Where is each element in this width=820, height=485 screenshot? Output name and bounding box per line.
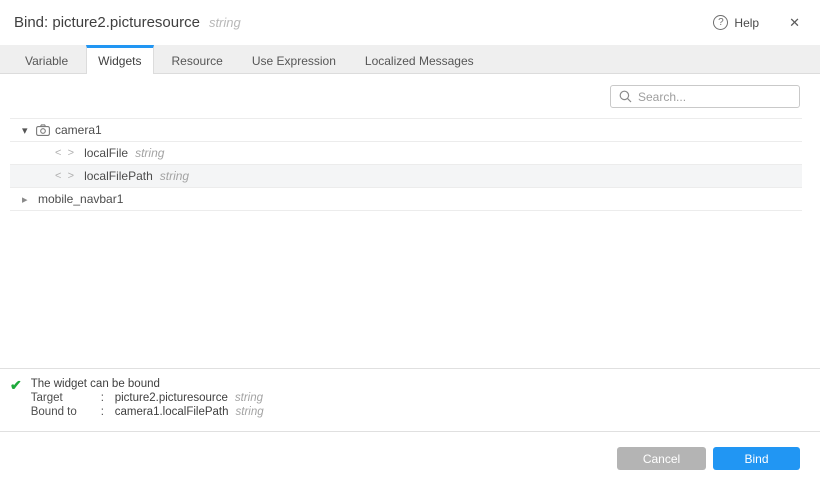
- status-label: Target: [31, 391, 101, 405]
- camera-icon: [36, 124, 50, 136]
- status-message: The widget can be bound: [31, 377, 264, 391]
- tree-node-type: string: [135, 146, 164, 160]
- search-toolbar: [0, 74, 820, 118]
- tab-resource[interactable]: Resource: [161, 45, 234, 73]
- close-icon[interactable]: ✕: [789, 15, 800, 31]
- help-link[interactable]: ? Help: [713, 15, 759, 30]
- search-box[interactable]: [610, 85, 800, 108]
- status-value: camera1.localFilePath: [115, 405, 229, 419]
- tree-node-label: localFile: [84, 146, 128, 160]
- dialog-title: Bind: picture2.picturesource: [14, 14, 200, 31]
- status-label: Bound to: [31, 405, 101, 419]
- dialog-title-type: string: [209, 15, 241, 30]
- search-input[interactable]: [638, 90, 793, 104]
- status-separator: :: [101, 391, 115, 405]
- question-circle-icon: ?: [713, 15, 728, 30]
- caret-right-icon[interactable]: ▸: [22, 193, 34, 206]
- tab-use-expression[interactable]: Use Expression: [241, 45, 347, 73]
- tree-row-camera1[interactable]: ▾ camera1: [10, 119, 802, 142]
- code-icon: < >: [55, 147, 76, 159]
- dialog-header: Bind: picture2.picturesource string ? He…: [0, 0, 820, 45]
- tab-widgets[interactable]: Widgets: [86, 45, 153, 74]
- tree-node-label: mobile_navbar1: [38, 192, 123, 206]
- help-label: Help: [734, 16, 759, 30]
- tree-row-localfile[interactable]: < > localFile string: [10, 142, 802, 165]
- dialog-footer: Cancel Bind: [0, 432, 820, 485]
- status-boundto-row: Bound to : camera1.localFilePath string: [31, 405, 264, 419]
- tree-row-mobile-navbar1[interactable]: ▸ mobile_navbar1: [10, 188, 802, 211]
- tree-node-label: camera1: [55, 123, 102, 137]
- tab-variable[interactable]: Variable: [14, 45, 79, 73]
- status-value: picture2.picturesource: [115, 391, 228, 405]
- status-value-type: string: [236, 405, 264, 419]
- binding-status-panel: ✔ The widget can be bound Target : pictu…: [0, 368, 820, 432]
- tree-node-label: localFilePath: [84, 169, 153, 183]
- tab-bar: Variable Widgets Resource Use Expression…: [0, 45, 820, 74]
- tree-node-type: string: [160, 169, 189, 183]
- status-separator: :: [101, 405, 115, 419]
- tree-row-localfilepath[interactable]: < > localFilePath string: [10, 165, 802, 188]
- search-icon: [619, 90, 632, 103]
- caret-down-icon[interactable]: ▾: [22, 124, 34, 137]
- check-icon: ✔: [10, 377, 22, 431]
- widget-tree: ▾ camera1 < > localFile string < > local…: [10, 118, 802, 211]
- status-target-row: Target : picture2.picturesource string: [31, 391, 264, 405]
- status-value-type: string: [235, 391, 263, 405]
- tab-localized-messages[interactable]: Localized Messages: [354, 45, 485, 73]
- content-spacer: [0, 211, 820, 368]
- code-icon: < >: [55, 170, 76, 182]
- cancel-button[interactable]: Cancel: [617, 447, 706, 470]
- bind-button[interactable]: Bind: [713, 447, 800, 470]
